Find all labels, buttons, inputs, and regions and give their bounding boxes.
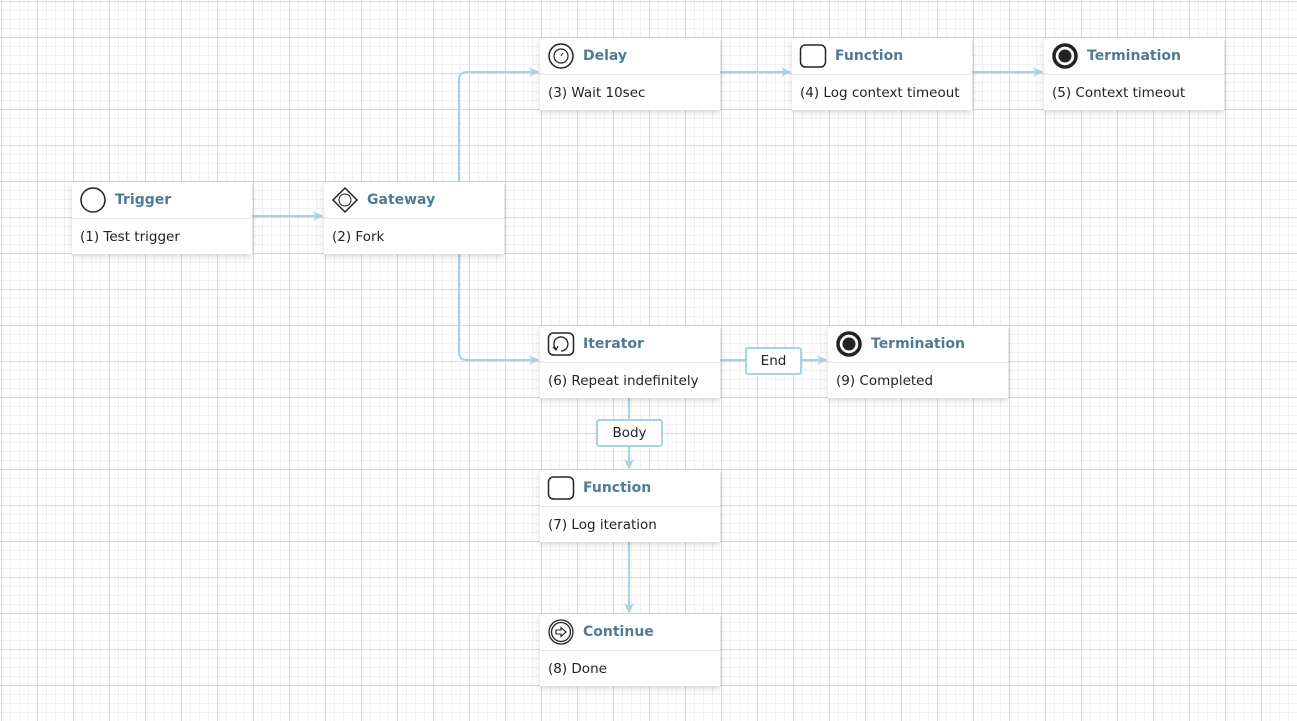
node-gateway[interactable]: Gateway (2) Fork — [324, 182, 504, 254]
node-label: (2) Fork — [332, 228, 385, 245]
edge-gateway-to-delay[interactable] — [458, 67, 539, 181]
node-type-label: Termination — [871, 336, 965, 352]
node-type-label: Function — [583, 480, 652, 496]
node-termination-completed[interactable]: Termination (9) Completed — [828, 326, 1008, 398]
node-function-log-context[interactable]: Function (4) Log context timeout — [792, 38, 972, 110]
node-function-log-iteration[interactable]: Function (7) Log iteration — [540, 470, 720, 542]
node-type-label: Iterator — [583, 336, 644, 352]
node-label: (1) Test trigger — [80, 228, 180, 245]
node-type-label: Function — [835, 48, 904, 64]
node-delay[interactable]: Delay (3) Wait 10sec — [540, 38, 720, 110]
edge-label-body[interactable]: Body — [596, 419, 663, 447]
edge-label-end[interactable]: End — [745, 347, 802, 375]
node-termination-timeout[interactable]: Termination (5) Context timeout — [1044, 38, 1224, 110]
node-label: (3) Wait 10sec — [548, 84, 646, 101]
termination-icon — [1051, 42, 1079, 70]
node-trigger[interactable]: Trigger (1) Test trigger — [72, 182, 252, 254]
edge-gateway-to-iterator[interactable] — [458, 254, 539, 365]
node-label: (7) Log iteration — [548, 516, 657, 533]
node-type-label: Trigger — [115, 192, 172, 208]
node-type-label: Delay — [583, 48, 628, 64]
node-label: (8) Done — [548, 660, 607, 677]
function-icon — [799, 42, 827, 70]
node-label: (9) Completed — [836, 372, 934, 389]
node-label: (6) Repeat indefinitely — [548, 372, 699, 389]
continue-icon — [547, 618, 575, 646]
function-icon — [547, 474, 575, 502]
iterator-loop-icon — [547, 330, 575, 358]
node-continue[interactable]: Continue (8) Done — [540, 614, 720, 686]
trigger-icon — [79, 186, 107, 214]
node-label: (4) Log context timeout — [800, 84, 960, 101]
delay-timer-icon — [547, 42, 575, 70]
gateway-icon — [331, 186, 359, 214]
node-type-label: Gateway — [367, 192, 436, 208]
node-label: (5) Context timeout — [1052, 84, 1186, 101]
termination-icon — [835, 330, 863, 358]
node-type-label: Termination — [1087, 48, 1181, 64]
node-iterator[interactable]: Iterator (6) Repeat indefinitely — [540, 326, 720, 398]
node-type-label: Continue — [583, 624, 654, 640]
